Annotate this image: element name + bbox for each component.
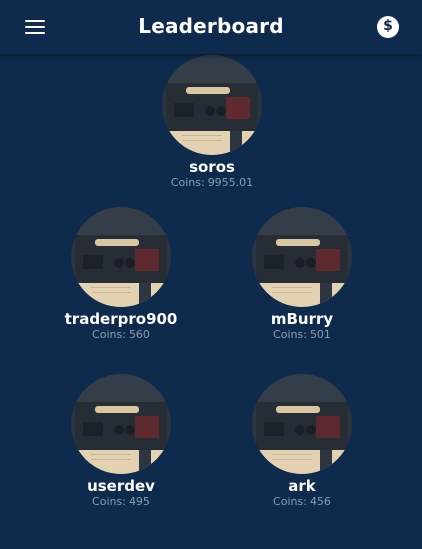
player-name: ark <box>288 477 316 495</box>
app-bar: Leaderboard $ <box>0 0 422 54</box>
leaderboard-player-1: soros Coins: 9955.01 <box>112 55 312 190</box>
coins-button[interactable]: $ <box>377 16 399 38</box>
avatar[interactable] <box>71 374 171 474</box>
coins-label: Coins: <box>92 495 126 508</box>
player-name: traderpro900 <box>64 310 178 328</box>
player-coins: Coins: 456 <box>202 495 402 509</box>
coins-label: Coins: <box>273 328 307 341</box>
avatar[interactable] <box>162 55 262 155</box>
leaderboard-player-2: traderpro900 Coins: 560 <box>21 207 221 342</box>
coins-label: Coins: <box>92 328 126 341</box>
player-name: mBurry <box>270 310 334 328</box>
page-title: Leaderboard <box>138 14 284 38</box>
player-coins: Coins: 9955.01 <box>112 176 312 190</box>
avatar[interactable] <box>252 207 352 307</box>
coins-label: Coins: <box>273 495 307 508</box>
coins-value: 456 <box>309 495 331 508</box>
coins-value: 9955.01 <box>207 176 254 189</box>
avatar[interactable] <box>71 207 171 307</box>
player-name: userdev <box>87 477 155 495</box>
coins-value: 495 <box>128 495 150 508</box>
player-name: soros <box>189 158 235 176</box>
coins-label: Coins: <box>170 176 205 189</box>
player-coins: Coins: 495 <box>21 495 221 509</box>
player-coins: Coins: 501 <box>202 328 402 342</box>
player-coins: Coins: 560 <box>21 328 221 342</box>
dollar-coin-icon: $ <box>383 18 393 34</box>
leaderboard-player-5: ark Coins: 456 <box>202 374 402 509</box>
leaderboard-player-3: mBurry Coins: 501 <box>202 207 402 342</box>
coins-value: 501 <box>309 328 331 341</box>
avatar[interactable] <box>252 374 352 474</box>
coins-value: 560 <box>128 328 150 341</box>
leaderboard-player-4: userdev Coins: 495 <box>21 374 221 509</box>
